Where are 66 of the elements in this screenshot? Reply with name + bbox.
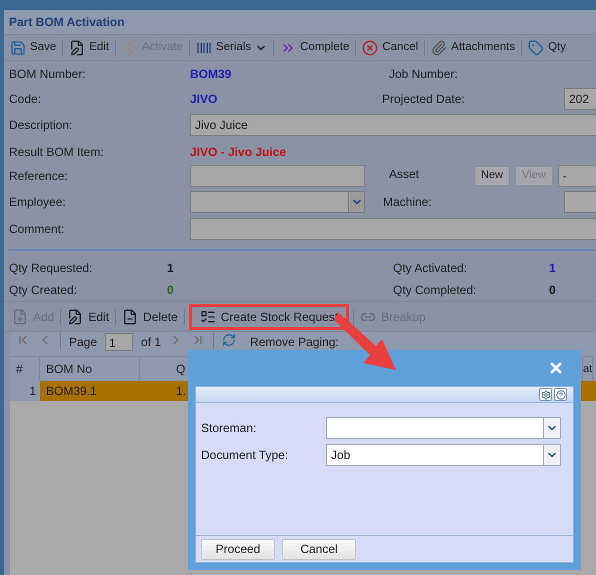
bom-number-value: BOM39 <box>190 66 232 83</box>
field-label: Result BOM Item: <box>8 144 105 160</box>
code-value: JIVO <box>190 90 218 108</box>
field-label: Reference: <box>8 168 69 184</box>
document-pencil-icon <box>67 308 84 324</box>
field-label: Code: <box>8 90 42 108</box>
field-label: Qty Activated: <box>392 260 468 277</box>
asset-button[interactable]: New <box>474 166 510 186</box>
toolbar-button[interactable]: Complete <box>278 36 352 58</box>
field-label: Storeman: <box>200 420 258 437</box>
table-cell-text: BOM39.1 <box>45 383 98 400</box>
table-cell: 1 <box>10 381 40 401</box>
grid-toolbar-button[interactable]: Edit <box>65 304 112 330</box>
field-label: Document Type: <box>200 447 290 464</box>
date-field[interactable]: 202 <box>564 88 596 110</box>
field-label: Asset <box>388 166 420 183</box>
paperclip-icon <box>431 40 448 56</box>
refresh-icon[interactable] <box>222 333 236 347</box>
lightning-icon <box>122 40 138 56</box>
field-label: Job Number: <box>388 66 459 83</box>
field-label: Qty Completed: <box>392 282 478 299</box>
employee-select[interactable] <box>190 190 365 212</box>
close-icon[interactable] <box>548 360 564 376</box>
page-field[interactable]: 1 <box>105 333 134 351</box>
window-title: Part BOM Activation <box>9 14 125 31</box>
field-label: Employee: <box>8 194 67 210</box>
comment-field[interactable] <box>190 218 596 240</box>
result-bom-item-value: JIVO - Jivo Juice <box>190 144 286 160</box>
toolbar-button[interactable]: Edit <box>67 36 112 58</box>
field-label: BOM Number: <box>8 66 87 83</box>
dialog-button[interactable]: Proceed <box>201 538 275 560</box>
settings-icon[interactable] <box>539 388 552 401</box>
table-cell-text: 1. <box>174 383 186 400</box>
page-count: of 1 <box>141 334 162 351</box>
dropdown-field[interactable]: Job <box>326 444 561 466</box>
tag-icon <box>528 40 544 56</box>
field-label: Machine: <box>382 194 433 210</box>
barcode-icon <box>196 40 212 56</box>
toolbar-button[interactable]: Cancel <box>360 36 420 58</box>
field-label: Projected Date: <box>381 90 466 108</box>
help-icon[interactable] <box>554 388 567 401</box>
document-pencil-icon <box>69 40 86 56</box>
toolbar-button[interactable]: Save <box>8 36 58 58</box>
field-label: Description: <box>8 117 74 134</box>
quantity-value: 1 <box>167 260 175 277</box>
page-label: Page <box>69 334 98 351</box>
toolbar-button[interactable]: Serials <box>194 36 270 58</box>
reference-field[interactable] <box>190 164 365 186</box>
dropdown-field[interactable] <box>326 417 561 439</box>
document-plus-icon <box>12 308 28 324</box>
toolbar-button[interactable]: Attachments <box>429 36 518 58</box>
description-field[interactable]: Jivo Juice <box>190 114 596 136</box>
quantity-value: 0 <box>167 282 175 299</box>
close-circle-icon <box>362 40 378 56</box>
grid-toolbar-button[interactable]: Delete <box>120 304 180 330</box>
field-label: Comment: <box>8 220 66 238</box>
document-minus-icon <box>122 308 138 324</box>
field-label: Qty Requested: <box>8 260 94 277</box>
checklist-icon <box>200 308 216 324</box>
remove-paging-label: Remove Paging: <box>249 334 339 351</box>
toolbar-button[interactable]: Qty <box>526 36 568 58</box>
dialog-button[interactable]: Cancel <box>282 538 356 560</box>
asset-field[interactable]: - <box>558 164 596 186</box>
field-label: Qty Created: <box>8 282 78 299</box>
quantity-value: 0 <box>549 282 556 299</box>
quantity-value: 1 <box>549 260 556 277</box>
